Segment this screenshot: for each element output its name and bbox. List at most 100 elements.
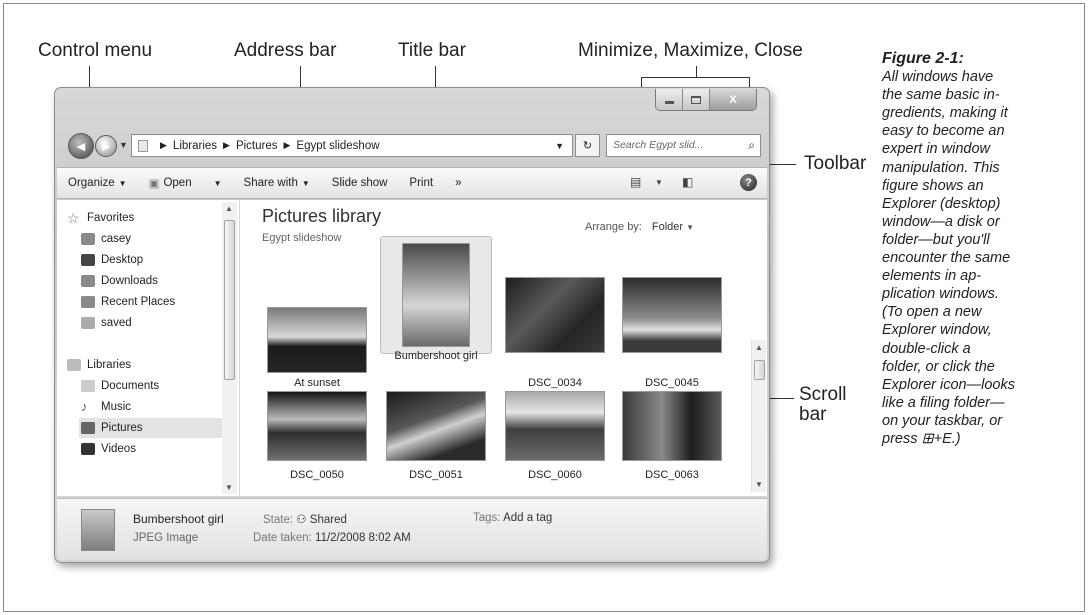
nav-casey[interactable]: casey <box>81 229 131 249</box>
desktop-icon <box>81 254 95 266</box>
preview-pane-icon[interactable]: ◧ <box>682 175 693 189</box>
forward-button[interactable]: ▶ <box>95 135 117 157</box>
print-button[interactable]: Print <box>398 177 444 189</box>
videos-icon <box>81 443 95 455</box>
chevron-down-icon: ▼ <box>686 223 695 232</box>
photo-thumbnail <box>386 391 486 461</box>
caption-line: All windows have <box>882 69 994 86</box>
back-button[interactable]: ◀ <box>68 133 94 159</box>
thumbnail-item-selected[interactable]: Bumbershoot girl <box>380 236 492 362</box>
maximize-button[interactable] <box>683 89 710 110</box>
recent-pages-dropdown-icon[interactable]: ▼ <box>119 140 128 150</box>
close-icon: X <box>729 93 737 106</box>
caption-line: on your taskbar, or <box>882 412 1003 429</box>
scroll-up-icon[interactable]: ▲ <box>755 343 763 352</box>
scroll-up-icon[interactable]: ▲ <box>225 204 233 213</box>
address-dropdown-icon[interactable]: ▼ <box>555 141 564 151</box>
nav-label: Videos <box>101 443 136 455</box>
chevron-right-icon[interactable]: ▶ <box>223 140 230 151</box>
nav-label: Downloads <box>101 275 158 287</box>
date-label: Date taken: <box>253 532 312 544</box>
callout-scroll-bar-1: Scroll <box>799 384 847 405</box>
caption-line: press ⊞+E.) <box>882 430 961 447</box>
print-label: Print <box>409 177 434 189</box>
nav-pictures[interactable]: Pictures <box>79 418 229 438</box>
nav-videos[interactable]: Videos <box>81 439 136 459</box>
details-tags[interactable]: Tags: Add a tag <box>473 512 552 524</box>
details-state: State: ⚇ Shared <box>263 512 347 526</box>
content-scrollbar[interactable]: ▲ ▼ <box>751 340 766 492</box>
refresh-button[interactable]: ↻ <box>575 134 600 157</box>
tags-value: Add a tag <box>503 512 553 524</box>
breadcrumb-egypt-slideshow[interactable]: Egypt slideshow <box>296 140 379 152</box>
thumbnail-item[interactable]: DSC_0063 <box>616 385 728 503</box>
slide-show-button[interactable]: Slide show <box>321 177 399 189</box>
share-with-button[interactable]: Share with ▼ <box>233 177 321 189</box>
photo-thumbnail <box>267 391 367 461</box>
photo-thumbnail <box>622 391 722 461</box>
caption-line: (To open a new <box>882 304 982 321</box>
nav-favorites[interactable]: ☆ Favorites <box>67 208 134 228</box>
maximize-icon <box>691 95 701 104</box>
nav-saved[interactable]: saved <box>81 313 132 333</box>
chevron-down-icon: ▼ <box>118 178 127 188</box>
chevron-right-icon[interactable]: ▶ <box>284 140 291 151</box>
nav-downloads[interactable]: Downloads <box>81 271 158 291</box>
help-icon[interactable]: ? <box>740 174 757 191</box>
nav-label: Documents <box>101 380 160 392</box>
nav-scrollbar[interactable]: ▲ ▼ <box>222 202 237 494</box>
slide-show-label: Slide show <box>331 177 388 189</box>
content-scroll-thumb[interactable] <box>754 360 765 380</box>
caption-title: Figure 2-1: <box>882 50 964 67</box>
refresh-icon: ↻ <box>582 140 593 152</box>
search-input[interactable]: Search Egypt slid... ⌕ <box>606 134 761 157</box>
nav-desktop[interactable]: Desktop <box>81 250 143 270</box>
caption-line: expert in window <box>882 141 990 158</box>
thumbnail-caption: Bumbershoot girl <box>394 350 478 362</box>
chevron-right-icon[interactable]: ▶ <box>160 140 167 151</box>
nav-scroll-thumb[interactable] <box>224 220 235 380</box>
thumbnail-item[interactable]: DSC_0050 <box>261 385 373 503</box>
search-icon: ⌕ <box>748 138 755 152</box>
figure-frame: Control menu Address bar Title bar Minim… <box>3 3 1085 612</box>
thumbnail-item[interactable]: DSC_0051 <box>380 385 492 503</box>
nav-libraries[interactable]: Libraries <box>67 355 131 375</box>
scroll-down-icon[interactable]: ▼ <box>755 480 763 489</box>
nav-music[interactable]: ♪ Music <box>81 397 131 417</box>
recent-places-icon <box>81 296 95 308</box>
nav-recent-places[interactable]: Recent Places <box>81 292 175 312</box>
caption-line: folder—but you'll <box>882 231 990 248</box>
thumbnail-item[interactable]: At sunset <box>261 265 373 389</box>
thumbnail-item[interactable]: DSC_0060 <box>499 385 611 503</box>
photo-thumbnail <box>402 243 470 347</box>
window-buttons: X <box>655 89 757 111</box>
chevron-down-icon: ▼ <box>213 178 222 188</box>
minimize-button[interactable] <box>656 89 683 110</box>
libraries-icon <box>138 139 148 152</box>
views-icon[interactable]: ▤ <box>630 175 641 189</box>
open-dropdown[interactable]: ▼ <box>203 179 233 188</box>
thumbnail-item[interactable]: DSC_0045 <box>616 265 728 389</box>
scroll-down-icon[interactable]: ▼ <box>225 483 233 492</box>
library-subtitle: Egypt slideshow <box>262 232 342 244</box>
navigation-pane: ☆ Favorites casey Desktop Downloads Recen… <box>57 200 240 496</box>
documents-icon <box>81 380 95 392</box>
photo-thumbnail <box>505 277 605 353</box>
nav-documents[interactable]: Documents <box>81 376 159 396</box>
breadcrumb-libraries[interactable]: Libraries <box>173 140 217 152</box>
music-icon: ♪ <box>81 399 88 414</box>
arrange-by[interactable]: Arrange by: Folder ▼ <box>585 221 694 233</box>
thumbnail-caption: DSC_0051 <box>409 469 463 481</box>
organize-button[interactable]: Organize ▼ <box>57 177 138 189</box>
breadcrumb-pictures[interactable]: Pictures <box>236 140 278 152</box>
views-dropdown-icon[interactable]: ▼ <box>655 178 663 187</box>
thumbnail-item[interactable]: DSC_0034 <box>499 265 611 389</box>
more-button[interactable]: » <box>444 177 472 189</box>
close-button[interactable]: X <box>710 89 756 110</box>
details-file-type: JPEG Image <box>133 532 199 544</box>
address-bar[interactable]: ▶ Libraries ▶ Pictures ▶ Egypt slideshow… <box>131 134 573 157</box>
open-button[interactable]: ▣ Open <box>138 176 203 190</box>
shared-icon: ⚇ <box>296 514 307 526</box>
search-placeholder: Search Egypt slid... <box>613 139 704 151</box>
photo-thumbnail <box>267 307 367 373</box>
